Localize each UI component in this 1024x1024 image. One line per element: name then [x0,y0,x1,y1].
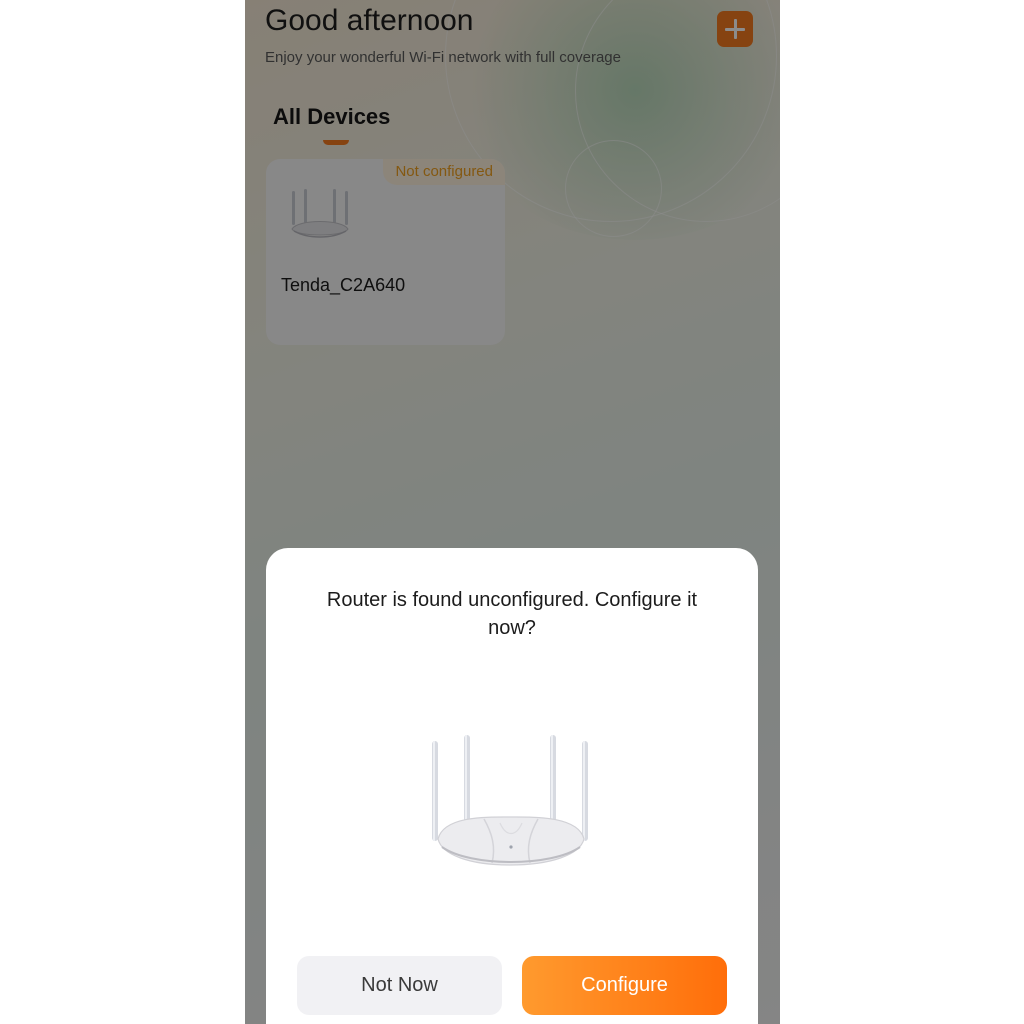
not-now-button[interactable]: Not Now [297,956,502,1015]
router-icon [432,735,588,866]
configure-dialog: Router is found unconfigured. Configure … [266,548,758,1024]
configure-button[interactable]: Configure [522,956,727,1015]
dialog-message: Router is found unconfigured. Configure … [326,589,698,639]
app-screen: Good afternoon Enjoy your wonderful Wi-F… [245,0,780,1024]
